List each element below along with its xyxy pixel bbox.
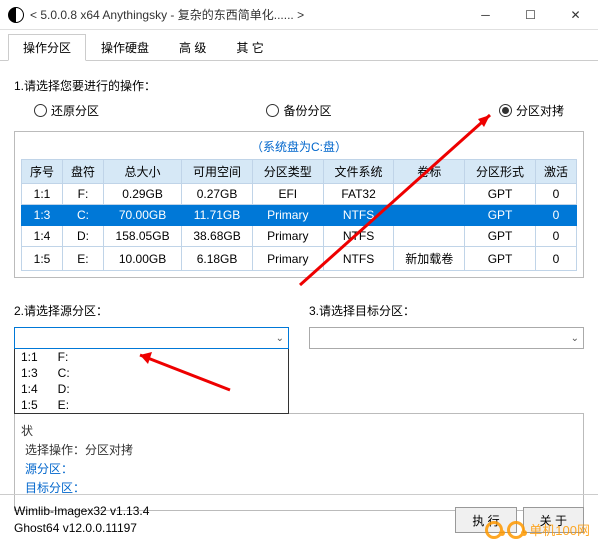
table-cell: 6.18GB [182,247,253,271]
status-src: 源分区： [25,460,573,477]
table-cell: 新加载卷 [394,247,465,271]
radio-icon [499,104,512,117]
table-header[interactable]: 总大小 [103,160,181,184]
table-header[interactable]: 激活 [535,160,576,184]
table-cell: GPT [465,205,536,226]
table-header[interactable]: 分区形式 [465,160,536,184]
chevron-down-icon: ⌄ [276,333,284,344]
tab-advanced[interactable]: 高 级 [164,34,221,61]
radio-icon [266,104,279,117]
step3-label: 3.请选择目标分区： [309,302,584,319]
table-cell: GPT [465,247,536,271]
table-cell: GPT [465,226,536,247]
table-header[interactable]: 序号 [22,160,63,184]
table-cell: 0.29GB [103,184,181,205]
table-cell: Primary [252,205,323,226]
table-header[interactable]: 卷标 [394,160,465,184]
status-heading: 状 [21,422,573,439]
table-cell: C: [62,205,103,226]
table-header[interactable]: 分区类型 [252,160,323,184]
table-cell: FAT32 [323,184,394,205]
source-dropdown[interactable]: ⌄ [14,327,289,349]
version-info: Wimlib-Imagex32 v1.13.4 Ghost64 v12.0.0.… [14,503,449,537]
watermark: 单机100网 [485,520,590,539]
table-cell: E: [62,247,103,271]
table-cell: Primary [252,226,323,247]
table-cell: GPT [465,184,536,205]
table-cell [394,226,465,247]
app-icon [8,7,24,23]
table-cell [394,184,465,205]
version-line2: Ghost64 v12.0.0.11197 [14,520,449,537]
table-cell [394,205,465,226]
table-cell: 1:4 [22,226,63,247]
table-cell: 10.00GB [103,247,181,271]
dropdown-option[interactable]: 1:1 F: [15,349,288,365]
table-cell: F: [62,184,103,205]
table-cell: 0.27GB [182,184,253,205]
table-cell: 1:5 [22,247,63,271]
table-cell: 1:3 [22,205,63,226]
radio-clone[interactable]: 分区对拷 [499,102,564,119]
table-cell: 38.68GB [182,226,253,247]
window-controls: ─ ☐ ✕ [463,0,598,30]
target-dropdown[interactable]: ⌄ [309,327,584,349]
table-cell: NTFS [323,247,394,271]
radio-label: 分区对拷 [516,102,564,119]
watermark-icon [507,521,525,539]
step1-label: 1.请选择您要进行的操作： [14,77,584,94]
chevron-down-icon: ⌄ [571,333,579,344]
tab-other[interactable]: 其 它 [221,34,278,61]
table-cell: EFI [252,184,323,205]
dropdown-option[interactable]: 1:4 D: [15,381,288,397]
table-cell: 0 [535,184,576,205]
radio-label: 备份分区 [283,102,331,119]
radio-label: 还原分区 [51,102,99,119]
tab-bar: 操作分区 操作硬盘 高 级 其 它 [0,30,598,61]
radio-icon [34,104,47,117]
table-row[interactable]: 1:1F:0.29GB0.27GBEFIFAT32 GPT0 [22,184,577,205]
partition-table-frame: （系统盘为C:盘） 序号盘符总大小可用空间分区类型文件系统卷标分区形式激活 1:… [14,131,584,278]
version-line1: Wimlib-Imagex32 v1.13.4 [14,503,449,520]
window-title: < 5.0.0.8 x64 Anythingsky - 复杂的东西简单化....… [30,6,463,23]
dropdown-option[interactable]: 1:5 E: [15,397,288,413]
step2-label: 2.请选择源分区： [14,302,289,319]
watermark-icon [485,521,503,539]
table-header[interactable]: 可用空间 [182,160,253,184]
close-button[interactable]: ✕ [553,0,598,30]
system-disk-label: （系统盘为C:盘） [21,138,577,155]
titlebar: < 5.0.0.8 x64 Anythingsky - 复杂的东西简单化....… [0,0,598,30]
table-row[interactable]: 1:5E:10.00GB6.18GBPrimaryNTFS新加载卷GPT0 [22,247,577,271]
maximize-button[interactable]: ☐ [508,0,553,30]
table-header[interactable]: 盘符 [62,160,103,184]
table-cell: D: [62,226,103,247]
table-cell: NTFS [323,205,394,226]
minimize-button[interactable]: ─ [463,0,508,30]
table-row[interactable]: 1:3C:70.00GB11.71GBPrimaryNTFS GPT0 [22,205,577,226]
status-op: 选择操作：分区对拷 [25,441,573,458]
radio-backup[interactable]: 备份分区 [266,102,331,119]
table-cell: 158.05GB [103,226,181,247]
source-dropdown-list: 1:1 F:1:3 C:1:4 D:1:5 E: [14,349,289,414]
watermark-text: 单机100网 [529,520,590,539]
table-cell: 0 [535,205,576,226]
radio-restore[interactable]: 还原分区 [34,102,99,119]
tab-disk[interactable]: 操作硬盘 [86,34,164,61]
dropdown-option[interactable]: 1:3 C: [15,365,288,381]
table-cell: Primary [252,247,323,271]
tab-partition[interactable]: 操作分区 [8,34,86,61]
partition-table: 序号盘符总大小可用空间分区类型文件系统卷标分区形式激活 1:1F:0.29GB0… [21,159,577,271]
table-cell: 70.00GB [103,205,181,226]
table-header[interactable]: 文件系统 [323,160,394,184]
table-cell: NTFS [323,226,394,247]
table-row[interactable]: 1:4D:158.05GB38.68GBPrimaryNTFS GPT0 [22,226,577,247]
table-cell: 1:1 [22,184,63,205]
table-cell: 0 [535,247,576,271]
table-cell: 0 [535,226,576,247]
table-cell: 11.71GB [182,205,253,226]
